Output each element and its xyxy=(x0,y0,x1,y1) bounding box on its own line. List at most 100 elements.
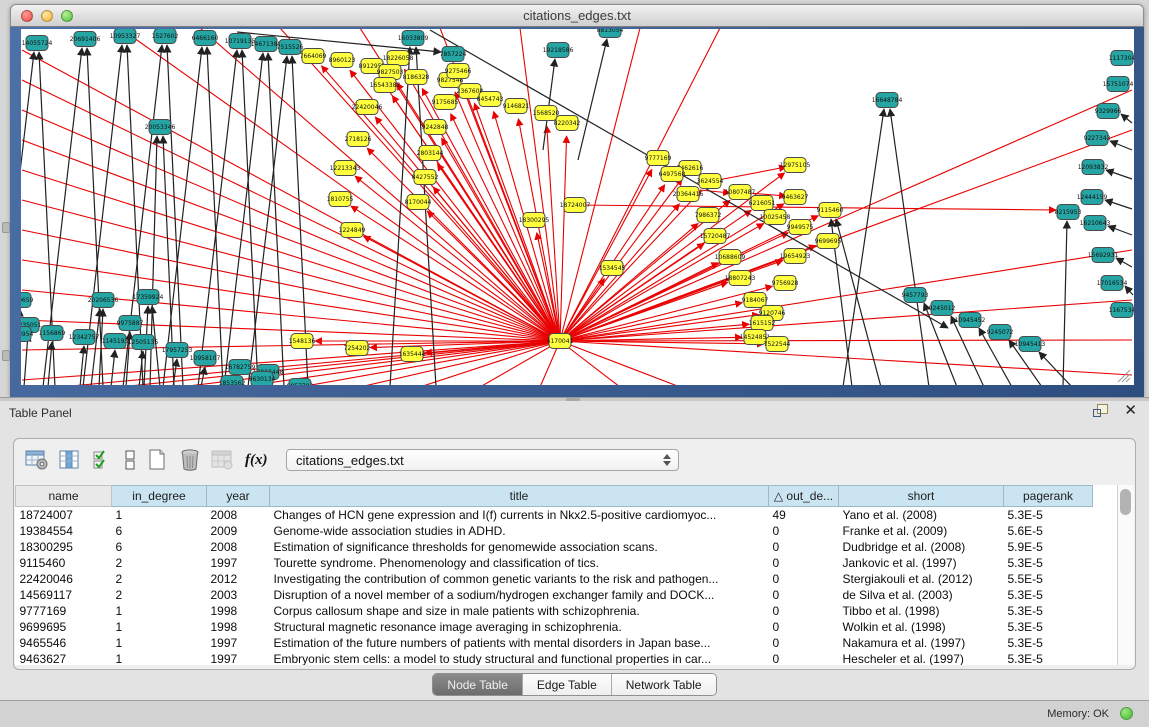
table-cell[interactable]: 0 xyxy=(769,523,839,539)
table-cell[interactable]: 22420046 xyxy=(16,571,112,587)
function-builder-icon[interactable]: f(x) xyxy=(245,452,268,469)
graph-node-yellow-9949575[interactable]: 9949575 xyxy=(787,220,814,235)
graph-node-teal-20691406[interactable]: 20691406 xyxy=(70,32,101,47)
table-cell[interactable]: Wolkin et al. (1998) xyxy=(839,619,1004,635)
network-graph[interactable]: 1405572420691406109533271527602646616010… xyxy=(21,29,1134,385)
graph-node-yellow-16543382[interactable]: 16543382 xyxy=(370,78,401,93)
graph-node-yellow-1224849[interactable]: 1224849 xyxy=(339,223,366,238)
row-height-icon[interactable] xyxy=(121,447,139,473)
table-cell[interactable]: 2009 xyxy=(207,523,270,539)
graph-node-teal-12093832[interactable]: 12093832 xyxy=(1078,160,1109,175)
table-cell[interactable]: 0 xyxy=(769,619,839,635)
graph-node-yellow-12213343[interactable]: 12213343 xyxy=(330,161,361,176)
table-cell[interactable]: 5.3E-5 xyxy=(1004,619,1093,635)
graph-node-yellow-20364416[interactable]: 20364416 xyxy=(673,187,704,202)
graph-node-yellow-9756928[interactable]: 9756928 xyxy=(772,276,799,291)
table-cell[interactable]: 0 xyxy=(769,603,839,619)
table-cell[interactable]: 1997 xyxy=(207,651,270,665)
table-cell[interactable]: 1998 xyxy=(207,619,270,635)
table-cell[interactable]: 5.3E-5 xyxy=(1004,587,1093,603)
graph-node-teal-8813054[interactable]: 8813054 xyxy=(597,29,624,38)
table-cell[interactable]: Tibbo et al. (1998) xyxy=(839,603,1004,619)
graph-node-yellow-18300295[interactable]: 18300295 xyxy=(519,213,550,228)
graph-node-yellow-4170041[interactable]: 4170041 xyxy=(547,334,574,349)
graph-node-teal-8215953[interactable]: 8215953 xyxy=(1055,205,1082,220)
table-select-dropdown[interactable]: citations_edges.txt xyxy=(286,449,679,471)
graph-node-teal-1167534[interactable]: 1167534 xyxy=(1109,303,1134,318)
table-cell[interactable]: 49 xyxy=(769,507,839,524)
column-header-in_degree[interactable]: in_degree xyxy=(112,486,207,507)
graph-node-yellow-1810755[interactable]: 1810755 xyxy=(327,192,354,207)
table-cell[interactable]: 5.3E-5 xyxy=(1004,603,1093,619)
table-cell[interactable]: Franke et al. (2009) xyxy=(839,523,1004,539)
graph-node-yellow-6216051[interactable]: 6216051 xyxy=(749,196,776,211)
graph-node-teal-9329966[interactable]: 9329966 xyxy=(1095,104,1122,119)
table-cell[interactable]: Structural magnetic resonance image aver… xyxy=(270,619,769,635)
graph-node-yellow-8427552[interactable]: 8427552 xyxy=(412,170,439,185)
table-cell[interactable]: 9463627 xyxy=(16,651,112,665)
table-cell[interactable]: 1 xyxy=(112,507,207,524)
table-cell[interactable]: 2 xyxy=(112,587,207,603)
table-cell[interactable]: 0 xyxy=(769,635,839,651)
tab-network-table[interactable]: Network Table xyxy=(611,674,716,695)
graph-node-yellow-1615152[interactable]: 1615152 xyxy=(749,316,776,331)
table-cell[interactable]: 6 xyxy=(112,539,207,555)
table-row[interactable]: 946554611997Estimation of the future num… xyxy=(16,635,1093,651)
graph-node-teal-20053346[interactable]: 20053346 xyxy=(145,120,176,135)
table-row[interactable]: 946362711997Embryonic stem cells: a mode… xyxy=(16,651,1093,665)
table-cell[interactable]: de Silva et al. (2003) xyxy=(839,587,1004,603)
graph-node-yellow-10688609[interactable]: 10688609 xyxy=(715,250,746,265)
graph-node-teal-10958107[interactable]: 10958107 xyxy=(190,351,221,366)
graph-node-yellow-12975105[interactable]: 12975105 xyxy=(780,158,811,173)
table-row[interactable]: 969969511998Structural magnetic resonanc… xyxy=(16,619,1093,635)
table-cell[interactable]: Investigating the contribution of common… xyxy=(270,571,769,587)
tab-node-table[interactable]: Node Table xyxy=(433,674,522,695)
table-vertical-scrollbar[interactable] xyxy=(1117,485,1134,665)
graph-node-yellow-18724007[interactable]: 18724007 xyxy=(560,198,591,213)
tab-edge-table[interactable]: Edge Table xyxy=(522,674,611,695)
table-row[interactable]: 2242004622012Investigating the contribut… xyxy=(16,571,1093,587)
graph-node-yellow-10807487[interactable]: 10807487 xyxy=(725,185,756,200)
graph-node-teal-12505135[interactable]: 12505135 xyxy=(128,335,159,350)
graph-node-yellow-9115460[interactable]: 9115460 xyxy=(817,203,844,218)
table-cell[interactable]: 2008 xyxy=(207,539,270,555)
table-cell[interactable]: Yano et al. (2008) xyxy=(839,507,1004,524)
table-cell[interactable]: 9699695 xyxy=(16,619,112,635)
table-cell[interactable]: Tourette syndrome. Phenomenology and cla… xyxy=(270,555,769,571)
graph-node-yellow-9146821[interactable]: 9146821 xyxy=(503,99,530,114)
graph-node-teal-9975887[interactable]: 9975887 xyxy=(117,316,144,331)
graph-node-yellow-18226058[interactable]: 18226058 xyxy=(383,51,414,66)
graph-node-yellow-9777169[interactable]: 9777169 xyxy=(645,151,672,166)
graph-node-teal-15692931[interactable]: 15692931 xyxy=(1088,248,1119,263)
graph-node-yellow-2803144[interactable]: 2803144 xyxy=(417,146,444,161)
graph-node-teal-12444159[interactable]: 12444159 xyxy=(1077,190,1108,205)
table-cell[interactable]: 1 xyxy=(112,635,207,651)
graph-node-yellow-2718126[interactable]: 2718126 xyxy=(345,132,372,147)
table-cell[interactable]: Nakamura et al. (1997) xyxy=(839,635,1004,651)
canvas-resize-grip[interactable] xyxy=(1118,370,1130,382)
graph-node-teal-16648784[interactable]: 16648784 xyxy=(872,93,903,108)
panel-resize-handle[interactable] xyxy=(2,222,10,233)
table-cell[interactable]: 5.5E-5 xyxy=(1004,571,1093,587)
scrollbar-thumb[interactable] xyxy=(1120,489,1131,515)
graph-node-yellow-9699695[interactable]: 9699695 xyxy=(815,234,842,249)
graph-node-yellow-7986372[interactable]: 7986372 xyxy=(695,208,722,223)
table-cell[interactable]: 0 xyxy=(769,587,839,603)
graph-node-yellow-8170044[interactable]: 8170044 xyxy=(405,195,432,210)
table-cell[interactable]: 1 xyxy=(112,619,207,635)
table-row[interactable]: 977716911998Corpus callosum shape and si… xyxy=(16,603,1093,619)
graph-node-yellow-9175685[interactable]: 9175685 xyxy=(432,95,459,110)
table-row[interactable]: 1830029562008Estimation of significance … xyxy=(16,539,1093,555)
graph-node-yellow-9275466[interactable]: 9275466 xyxy=(445,64,472,79)
graph-node-teal-1527602[interactable]: 1527602 xyxy=(152,29,179,44)
table-cell[interactable]: 2008 xyxy=(207,507,270,524)
table-cell[interactable]: Disruption of a novel member of a sodium… xyxy=(270,587,769,603)
show-column-icon[interactable] xyxy=(55,447,85,473)
table-cell[interactable]: Corpus callosum shape and size in male p… xyxy=(270,603,769,619)
graph-node-yellow-9242848[interactable]: 9242848 xyxy=(422,120,449,135)
network-canvas[interactable]: 1405572420691406109533271527602646616010… xyxy=(21,29,1134,385)
table-cell[interactable]: 2 xyxy=(112,571,207,587)
table-cell[interactable]: Jankovic et al. (1997) xyxy=(839,555,1004,571)
graph-node-yellow-1568520[interactable]: 1568520 xyxy=(533,106,560,121)
table-cell[interactable]: Genome-wide association studies in ADHD. xyxy=(270,523,769,539)
